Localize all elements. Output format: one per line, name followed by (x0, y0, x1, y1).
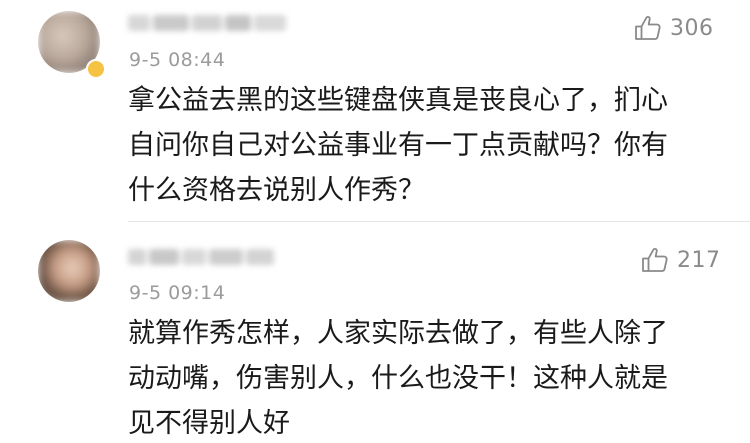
comment-item: 9-5 08:44 306 拿公益去黑的这些键盘侠真是丧良心了，扪心 自问你自己… (0, 0, 750, 222)
username[interactable] (128, 10, 286, 36)
like-button[interactable]: 306 (634, 14, 714, 42)
like-count: 306 (670, 15, 714, 41)
username[interactable] (128, 244, 274, 270)
comment-text: 就算作秀怎样，人家实际去做了，有些人除了 动动嘴，伤害别人，什么也没干！这种人就… (128, 311, 728, 443)
comment-text: 拿公益去黑的这些键盘侠真是丧良心了，扪心 自问你自己对公益事业有一丁点贡献吗？你… (128, 78, 728, 213)
comment-time: 9-5 08:44 (129, 49, 226, 71)
comment-text-line: 拿公益去黑的这些键盘侠真是丧良心了，扪心 (128, 85, 668, 116)
verified-badge-icon (86, 59, 106, 79)
thumbs-up-icon (642, 248, 668, 272)
thumbs-up-icon (635, 16, 661, 40)
comment-text-line: 见不得别人好 (128, 408, 290, 439)
comment-text-line: 自问你自己对公益事业有一丁点贡献吗？你有 (128, 130, 668, 161)
comment-item: 9-5 09:14 217 就算作秀怎样，人家实际去做了，有些人除了 动动嘴，伤… (0, 222, 750, 443)
comment-text-line: 动动嘴，伤害别人，什么也没干！这种人就是 (128, 363, 668, 394)
comment-text-line: 什么资格去说别人作秀？ (128, 175, 425, 206)
comment-text-line: 就算作秀怎样，人家实际去做了，有些人除了 (128, 318, 668, 349)
like-button[interactable]: 217 (641, 246, 721, 274)
like-count: 217 (677, 247, 721, 273)
comment-list: 9-5 08:44 306 拿公益去黑的这些键盘侠真是丧良心了，扪心 自问你自己… (0, 0, 750, 443)
avatar[interactable] (38, 240, 100, 302)
comment-time: 9-5 09:14 (129, 282, 226, 304)
